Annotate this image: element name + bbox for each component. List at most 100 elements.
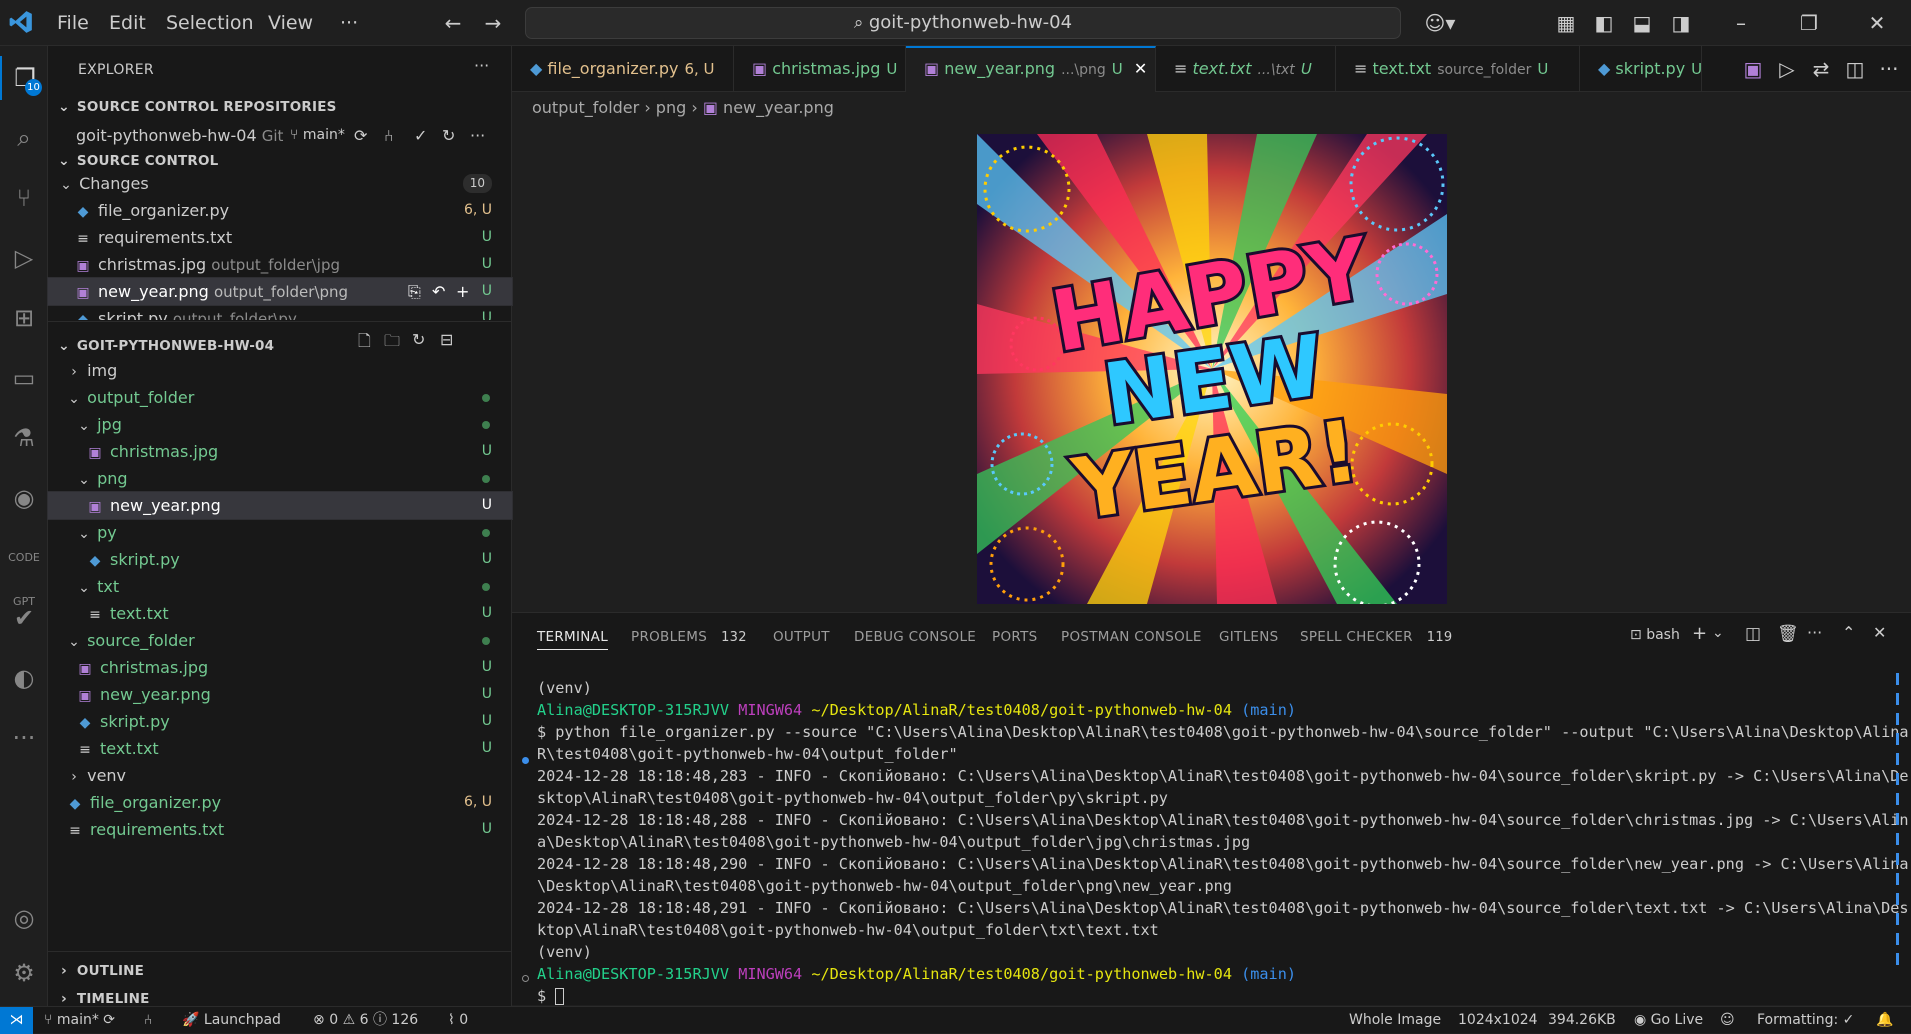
terminal-shell-selector[interactable]: ⊡ bash [1630, 627, 1680, 643]
menu-selection[interactable]: Selection [166, 12, 254, 34]
gitlens-icon[interactable]: ◉ [0, 476, 48, 520]
tree-file[interactable]: ◆ skript.py U [48, 708, 512, 735]
tab-text-txt-source[interactable]: ≡ text.txt source_folder U [1336, 46, 1580, 92]
tab-output[interactable]: OUTPUT [773, 629, 830, 645]
tab-terminal[interactable]: TERMINAL [537, 629, 609, 650]
new-file-icon[interactable]: 🗋 [358, 330, 371, 357]
copilot-status-icon[interactable]: ☺ [1720, 1007, 1735, 1033]
tab-skript[interactable]: ◆ skript.py U [1580, 46, 1702, 92]
extensions-icon[interactable]: ⊞ [0, 296, 48, 340]
command-center-search[interactable]: ⌕ goit-pythonweb-hw-04 [525, 7, 1401, 39]
tree-folder[interactable]: ⌄ py [48, 519, 512, 546]
graph-icon[interactable]: ⑃ [384, 122, 394, 149]
open-preview-icon[interactable]: ▣ [1740, 56, 1766, 82]
tree-folder[interactable]: › venv [48, 762, 512, 789]
open-changes-icon[interactable]: ⇄ [1808, 56, 1834, 82]
refresh-icon[interactable]: ↻ [442, 122, 455, 149]
close-panel-icon[interactable]: ✕ [1873, 623, 1886, 642]
commit-check-icon[interactable]: ✓ [414, 122, 427, 149]
customize-layout-icon[interactable]: ▦ [1553, 10, 1579, 36]
tab-spell-checker[interactable]: SPELL CHECKER 119 [1300, 629, 1453, 645]
outline-header[interactable]: › OUTLINE [56, 963, 144, 979]
status-ports[interactable]: ⌇ 0 [448, 1007, 468, 1033]
toggle-panel-icon[interactable]: ⬓ [1629, 10, 1655, 36]
status-branch[interactable]: ⑂ main* ⟳ [44, 1007, 115, 1033]
tree-file[interactable]: ▣ christmas.jpg U [48, 438, 512, 465]
tree-folder[interactable]: ⌄ png [48, 465, 512, 492]
split-editor-icon[interactable]: ◫ [1842, 56, 1868, 82]
remote-indicator-icon[interactable]: ⋊ [0, 1007, 33, 1034]
tab-problems[interactable]: PROBLEMS 132 [631, 629, 747, 645]
postman-icon[interactable]: ◐ [0, 656, 48, 700]
breadcrumb-item[interactable]: new_year.png [723, 98, 834, 117]
back-arrow-icon[interactable]: ← [440, 10, 466, 36]
refresh-explorer-icon[interactable]: ↻ [412, 330, 425, 349]
new-folder-icon[interactable]: 🗀 [384, 330, 400, 357]
changes-group[interactable]: ⌄ Changes 10 [48, 170, 512, 197]
sync-icon[interactable]: ⟳ [354, 122, 367, 149]
close-window-icon[interactable]: ✕ [1864, 10, 1890, 36]
tree-file[interactable]: ≡ text.txt U [48, 600, 512, 627]
tab-text-txt-preview[interactable]: ≡ text.txt ...\txt U [1156, 46, 1336, 92]
testing-icon[interactable]: ⚗ [0, 416, 48, 460]
split-terminal-icon[interactable]: ◫ [1745, 624, 1761, 644]
todo-check-icon[interactable]: ✔ [0, 596, 48, 640]
tree-folder[interactable]: ⌄ jpg [48, 411, 512, 438]
tree-folder[interactable]: › img [48, 357, 512, 384]
discard-changes-icon[interactable]: ↶ [432, 278, 445, 305]
source-control-header[interactable]: ⌄ SOURCE CONTROL [56, 153, 218, 169]
close-tab-icon[interactable]: ✕ [1134, 59, 1147, 78]
manage-gear-icon[interactable]: ⚙ [0, 951, 48, 995]
menu-file[interactable]: File [57, 12, 89, 34]
run-debug-icon[interactable]: ▷ [0, 236, 48, 280]
breadcrumb-item[interactable]: png [656, 98, 686, 117]
change-item[interactable]: ◆ skript.py output_folder\py U [48, 305, 512, 320]
terminal-output[interactable]: (venv) Alina@DESKTOP-315RJVV MINGW64 ~/De… [537, 677, 1909, 1007]
collapse-all-icon[interactable]: ⊟ [440, 330, 453, 349]
status-go-live[interactable]: ◉ Go Live [1634, 1007, 1703, 1033]
minimize-icon[interactable]: – [1728, 10, 1754, 36]
panel-more-icon[interactable]: ··· [1807, 623, 1822, 642]
terminal-dropdown-icon[interactable]: ⌄ [1712, 625, 1724, 641]
timeline-header[interactable]: › TIMELINE [56, 991, 150, 1007]
explorer-icon[interactable]: ❐ 10 [0, 56, 48, 100]
tab-christmas[interactable]: ▣ christmas.jpg U [734, 46, 906, 92]
tree-file[interactable]: ≡ requirements.txt U [48, 816, 512, 843]
tab-file-organizer[interactable]: ◆ file_organizer.py 6, U [512, 46, 734, 92]
change-item[interactable]: ▣ christmas.jpg output_folder\jpg U [48, 251, 512, 278]
tree-file[interactable]: ▣ christmas.jpg U [48, 654, 512, 681]
change-item[interactable]: ◆ file_organizer.py 6, U [48, 197, 512, 224]
menu-view[interactable]: View [268, 12, 313, 34]
open-file-icon[interactable]: ⎘ [408, 278, 421, 305]
image-preview[interactable]: HAPPY NEW YEAR! [977, 134, 1447, 604]
forward-arrow-icon[interactable]: → [480, 10, 506, 36]
repo-row[interactable]: goit-pythonweb-hw-04 Git ⑂ main* ⟳ ⑃ ✓ ↻… [48, 122, 512, 149]
tab-ports[interactable]: PORTS [992, 629, 1037, 645]
explorer-more-icon[interactable]: ··· [474, 56, 489, 75]
tree-file[interactable]: ≡ text.txt U [48, 735, 512, 762]
maximize-panel-icon[interactable]: ⌃ [1842, 623, 1855, 642]
status-problems[interactable]: ⊗ 0 ⚠ 6 ⓘ 126 [313, 1007, 418, 1033]
menu-edit[interactable]: Edit [109, 12, 146, 34]
more-views-icon[interactable]: ··· [0, 716, 48, 760]
tab-gitlens[interactable]: GITLENS [1219, 629, 1279, 645]
change-item-selected[interactable]: ▣ new_year.png output_folder\png ⎘ ↶ + U [47, 277, 513, 306]
tab-postman-console[interactable]: POSTMAN CONSOLE [1061, 629, 1202, 645]
run-file-icon[interactable]: ▷ [1774, 56, 1800, 82]
source-control-icon[interactable]: ⑂ [0, 176, 48, 220]
restore-icon[interactable]: ❐ [1796, 10, 1822, 36]
graph-status-icon[interactable]: ⑃ [144, 1007, 152, 1033]
tree-folder[interactable]: ⌄ output_folder [48, 384, 512, 411]
menu-more[interactable]: ··· [340, 12, 358, 34]
status-zoom[interactable]: Whole Image [1349, 1007, 1441, 1033]
toggle-secondary-sidebar-icon[interactable]: ◨ [1668, 10, 1694, 36]
breadcrumb-item[interactable]: output_folder [532, 98, 639, 117]
repo-branch[interactable]: ⑂ main* [290, 122, 345, 149]
status-launchpad[interactable]: 🚀 Launchpad [182, 1007, 281, 1033]
kill-terminal-icon[interactable]: 🗑 [1777, 624, 1799, 644]
change-item[interactable]: ≡ requirements.txt U [48, 224, 512, 251]
tree-folder[interactable]: ⌄ txt [48, 573, 512, 600]
new-terminal-icon[interactable]: + [1692, 623, 1707, 644]
search-activity-icon[interactable]: ⌕ [0, 116, 48, 160]
copilot-icon[interactable]: ☺▾ [1420, 10, 1460, 36]
